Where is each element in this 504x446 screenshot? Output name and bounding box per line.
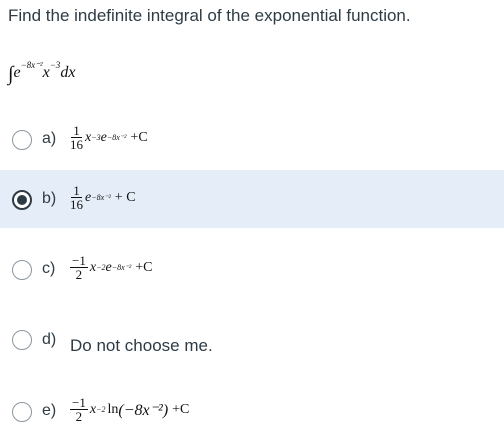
option-e-denominator: 2 xyxy=(75,409,83,424)
option-c-expression: −1 2 x −2 e −8x⁻² +C xyxy=(70,254,153,281)
option-a-x-exponent: −3 xyxy=(91,133,101,142)
option-a-denominator: 16 xyxy=(70,137,83,152)
option-e-expression: −1 2 x −2 ln (−8x⁻²) +C xyxy=(70,396,189,423)
radio-b[interactable] xyxy=(12,190,32,210)
option-e-numerator: −1 xyxy=(70,395,88,410)
option-a-numerator: 1 xyxy=(71,123,82,138)
option-a-letter: a) xyxy=(42,130,57,147)
option-d-text: Do not choose me. xyxy=(70,336,213,355)
question-text: Find the indefinite integral of the expo… xyxy=(8,6,411,25)
integral-expression: ∫e−8x⁻²x−3dx xyxy=(8,60,75,86)
option-b-denominator: 16 xyxy=(70,197,83,212)
option-e-x-exponent: −2 xyxy=(96,405,106,414)
option-e-ln-argument: (−8x⁻²) xyxy=(118,401,169,419)
option-c-numerator: −1 xyxy=(70,253,88,268)
option-b-numerator: 1 xyxy=(71,183,82,198)
option-b-letter: b) xyxy=(42,190,57,207)
option-a[interactable]: a) 1 16 x −3 e −8x⁻² +C xyxy=(0,112,504,170)
integral-e-exponent: −8x⁻² xyxy=(20,60,43,70)
option-c-x-exponent: −2 xyxy=(96,263,106,272)
radio-a[interactable] xyxy=(12,130,32,150)
option-b-e-exponent: −8x⁻² xyxy=(91,193,111,202)
radio-e[interactable] xyxy=(12,402,32,422)
integral-dx: dx xyxy=(60,64,76,81)
radio-c[interactable] xyxy=(12,260,32,280)
option-d[interactable]: d) Do not choose me. xyxy=(0,318,504,376)
integral-x-exponent: −3 xyxy=(49,60,61,70)
option-b-expression: 1 16 e −8x⁻² + C xyxy=(70,184,136,211)
option-c[interactable]: c) −1 2 x −2 e −8x⁻² +C xyxy=(0,242,504,300)
option-a-expression: 1 16 x −3 e −8x⁻² +C xyxy=(70,124,148,151)
option-e-ln: ln xyxy=(107,401,119,417)
integral-x: x xyxy=(42,64,50,81)
option-e[interactable]: e) −1 2 x −2 ln (−8x⁻²) +C xyxy=(0,384,504,442)
option-a-e-exponent: −8x⁻² xyxy=(106,133,127,142)
option-c-constant: +C xyxy=(135,259,153,275)
option-a-constant: +C xyxy=(130,129,148,145)
option-c-e-exponent: −8x⁻² xyxy=(111,263,132,272)
option-b[interactable]: b) 1 16 e −8x⁻² + C xyxy=(0,170,504,228)
integral-e: e xyxy=(13,64,21,81)
radio-d[interactable] xyxy=(12,330,32,350)
option-c-denominator: 2 xyxy=(75,267,83,282)
option-e-constant: +C xyxy=(172,401,190,417)
option-c-letter: c) xyxy=(42,260,56,277)
option-b-constant: + C xyxy=(114,189,136,205)
option-d-letter: d) xyxy=(42,331,57,348)
option-e-letter: e) xyxy=(42,402,57,419)
